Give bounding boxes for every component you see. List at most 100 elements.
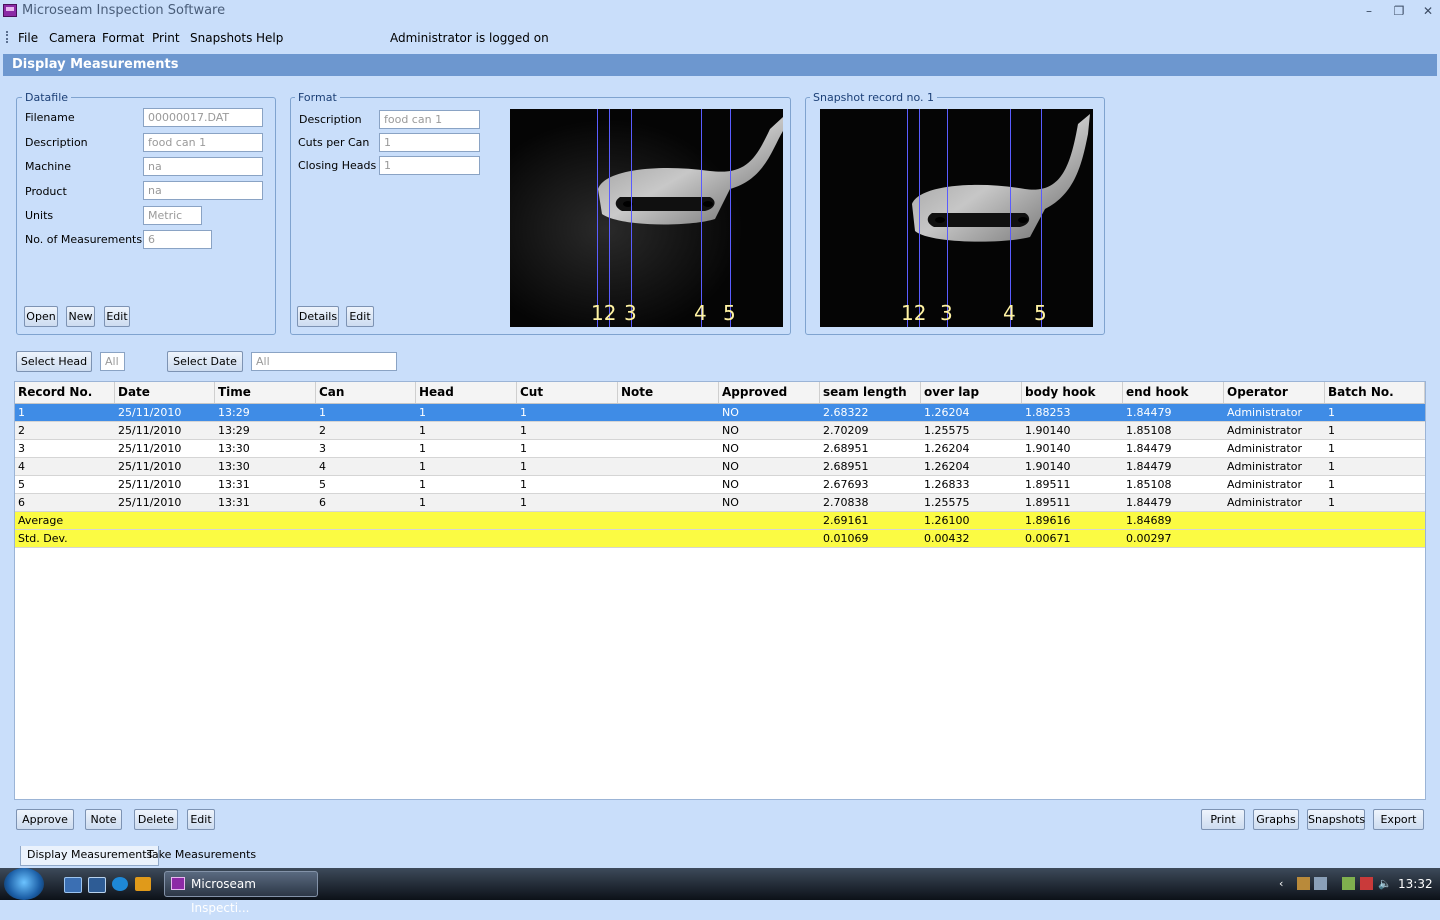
maximize-icon[interactable]: ❐: [1388, 2, 1410, 20]
format-description-field[interactable]: food can 1: [379, 110, 480, 129]
table-cell: 1.90140: [1025, 460, 1071, 473]
start-button-icon[interactable]: [4, 868, 44, 900]
menu-file[interactable]: File: [18, 31, 38, 45]
edit-datafile-button[interactable]: Edit: [104, 306, 130, 327]
tab-display-measurements[interactable]: Display Measurements: [20, 846, 160, 866]
head-filter-field[interactable]: All: [100, 352, 125, 371]
new-button[interactable]: New: [66, 306, 95, 327]
switch-windows-icon[interactable]: [88, 877, 106, 893]
internet-explorer-icon[interactable]: [112, 877, 128, 891]
filename-label: Filename: [25, 111, 75, 124]
column-header[interactable]: Approved: [719, 382, 820, 403]
menu-camera[interactable]: Camera: [49, 31, 96, 45]
volume-icon[interactable]: 🔈: [1378, 877, 1392, 890]
tab-take-measurements[interactable]: Take Measurements: [141, 846, 262, 866]
table-cell: Administrator: [1227, 442, 1302, 455]
minimize-icon[interactable]: –: [1358, 2, 1380, 20]
heads-field[interactable]: 1: [379, 156, 480, 175]
media-player-icon[interactable]: [135, 877, 151, 891]
table-cell: 2: [18, 424, 25, 437]
tray-expand-icon[interactable]: ‹: [1279, 877, 1292, 890]
table-cell: 4: [319, 460, 326, 473]
table-cell: 25/11/2010: [118, 442, 182, 455]
column-header[interactable]: seam length: [820, 382, 921, 403]
column-header[interactable]: body hook: [1022, 382, 1123, 403]
column-header[interactable]: Cut: [517, 382, 618, 403]
table-row[interactable]: 2 25/11/2010 13:29 2 1 1 NO 2.70209 1.25575 1.901…: [15, 422, 1425, 440]
column-header[interactable]: Can: [316, 382, 416, 403]
menu-snapshots[interactable]: Snapshots: [190, 31, 252, 45]
approve-button[interactable]: Approve: [16, 809, 74, 830]
column-header[interactable]: Head: [416, 382, 517, 403]
table-cell: 1: [419, 496, 426, 509]
tray-app-icon[interactable]: [1297, 877, 1310, 890]
select-head-button[interactable]: Select Head: [16, 351, 92, 372]
battery-icon[interactable]: [1342, 877, 1355, 890]
note-button[interactable]: Note: [85, 809, 122, 830]
snapshot-label-12: 12: [901, 301, 927, 325]
column-header[interactable]: Batch No.: [1325, 382, 1425, 403]
measurements-table[interactable]: Record No. Date Time Can Head Cut Note Approved…: [14, 381, 1426, 800]
column-header[interactable]: Note: [618, 382, 719, 403]
select-date-button[interactable]: Select Date: [167, 351, 243, 372]
column-header[interactable]: over lap: [921, 382, 1022, 403]
print-button[interactable]: Print: [1201, 809, 1245, 830]
table-cell: 1: [1328, 460, 1335, 473]
table-cell: NO: [722, 460, 739, 473]
table-row[interactable]: 1 25/11/2010 13:29 1 1 1 NO 2.68322 1.26204 1.882…: [15, 404, 1425, 422]
export-button[interactable]: Export: [1373, 809, 1424, 830]
cuts-field[interactable]: 1: [379, 133, 480, 152]
show-desktop-icon[interactable]: [64, 877, 82, 893]
stats-cell: 0.00432: [924, 532, 970, 545]
stats-cell: Average: [18, 514, 64, 527]
tray-device-icon[interactable]: [1314, 877, 1327, 890]
details-button[interactable]: Details: [297, 306, 339, 327]
description-field[interactable]: food can 1: [143, 133, 263, 152]
stats-cell: 0.00297: [1126, 532, 1172, 545]
column-header[interactable]: Date: [115, 382, 215, 403]
measurements-field[interactable]: 6: [143, 230, 212, 249]
table-cell: [618, 494, 621, 512]
units-field[interactable]: Metric: [143, 206, 202, 225]
snapshots-button[interactable]: Snapshots: [1307, 809, 1365, 830]
measure-line-2: [609, 109, 610, 327]
edit-record-button[interactable]: Edit: [187, 809, 215, 830]
measure-line-5: [730, 109, 731, 327]
table-row[interactable]: 4 25/11/2010 13:30 4 1 1 NO 2.68951 1.26204 1.901…: [15, 458, 1425, 476]
table-cell: 13:31: [218, 496, 250, 509]
machine-field[interactable]: na: [143, 157, 263, 176]
table-row[interactable]: 5 25/11/2010 13:31 5 1 1 NO 2.67693 1.26833 1.895…: [15, 476, 1425, 494]
snapshot-line-2: [919, 109, 920, 327]
delete-button[interactable]: Delete: [134, 809, 178, 830]
table-cell: 25/11/2010: [118, 478, 182, 491]
column-header[interactable]: Operator: [1224, 382, 1325, 403]
table-row[interactable]: 6 25/11/2010 13:31 6 1 1 NO 2.70838 1.25575 1.895…: [15, 494, 1425, 512]
menu-print[interactable]: Print: [152, 31, 180, 45]
open-button[interactable]: Open: [24, 306, 58, 327]
network-icon[interactable]: [1360, 877, 1373, 890]
column-header[interactable]: Time: [215, 382, 316, 403]
edit-format-button[interactable]: Edit: [346, 306, 374, 327]
table-cell: 1: [419, 460, 426, 473]
table-row[interactable]: 3 25/11/2010 13:30 3 1 1 NO 2.68951 1.26204 1.901…: [15, 440, 1425, 458]
table-cell: 1.90140: [1025, 442, 1071, 455]
menu-format[interactable]: Format: [102, 31, 144, 45]
table-cell: 1.26833: [924, 478, 970, 491]
filename-field[interactable]: 00000017.DAT: [143, 108, 263, 127]
menu-help[interactable]: Help: [256, 31, 283, 45]
close-icon[interactable]: ✕: [1417, 2, 1439, 20]
product-field[interactable]: na: [143, 181, 263, 200]
table-cell: Administrator: [1227, 406, 1302, 419]
format-description-label: Description: [299, 113, 362, 126]
table-cell: 1: [319, 406, 326, 419]
column-header[interactable]: end hook: [1123, 382, 1224, 403]
column-header[interactable]: Record No.: [15, 382, 115, 403]
date-filter-field[interactable]: All: [251, 352, 397, 371]
table-cell: 1.84479: [1126, 442, 1172, 455]
stats-cell: 0.00671: [1025, 532, 1071, 545]
stats-cell: 1.26100: [924, 514, 970, 527]
taskbar-app-button[interactable]: Microseam Inspecti...: [164, 871, 318, 915]
graphs-button[interactable]: Graphs: [1253, 809, 1299, 830]
table-cell: Administrator: [1227, 424, 1302, 437]
table-cell: 25/11/2010: [118, 460, 182, 473]
